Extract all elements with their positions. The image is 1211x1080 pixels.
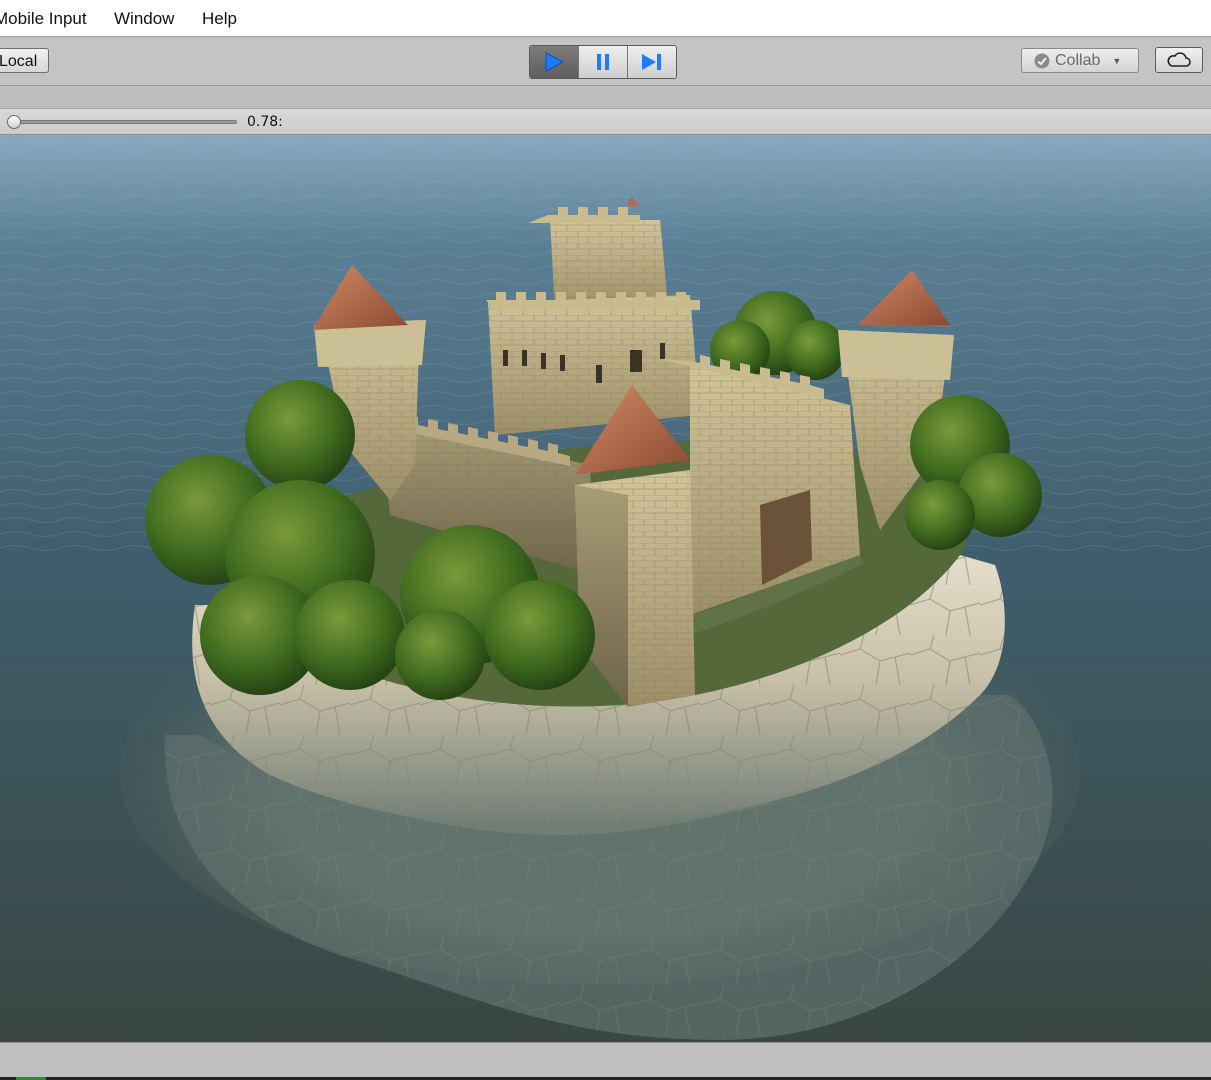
pause-button[interactable]: [579, 46, 628, 78]
menu-bar: Mobile Input Window Help: [0, 0, 1211, 36]
pivot-rotation-local-button[interactable]: Local: [0, 48, 49, 73]
toolbar: Local Collab ▼: [0, 36, 1211, 86]
play-button[interactable]: [530, 46, 579, 78]
scale-slider-track[interactable]: [12, 120, 237, 124]
collab-label: Collab: [1055, 51, 1101, 69]
step-icon: [642, 54, 661, 70]
pause-icon: [597, 54, 609, 70]
cloud-icon: [1167, 52, 1191, 67]
chevron-down-icon: ▼: [1112, 55, 1122, 66]
game-scene: [0, 135, 1211, 1042]
menu-window[interactable]: Window: [114, 9, 174, 29]
playback-controls: [529, 45, 677, 79]
cloud-services-button[interactable]: [1155, 47, 1203, 73]
menu-help[interactable]: Help: [202, 9, 237, 29]
collab-dropdown[interactable]: Collab ▼: [1021, 48, 1139, 73]
step-button[interactable]: [628, 46, 676, 78]
play-icon: [545, 52, 565, 72]
game-viewport[interactable]: [0, 135, 1211, 1042]
tab-strip: [0, 86, 1211, 109]
scale-slider-thumb[interactable]: [7, 115, 21, 129]
scale-value: 0.78:: [247, 114, 283, 130]
game-view-toolbar: 0.78:: [0, 109, 1211, 135]
status-bar: [0, 1042, 1211, 1078]
menu-mobile-input[interactable]: Mobile Input: [0, 9, 87, 29]
checkmark-icon: [1034, 53, 1050, 68]
